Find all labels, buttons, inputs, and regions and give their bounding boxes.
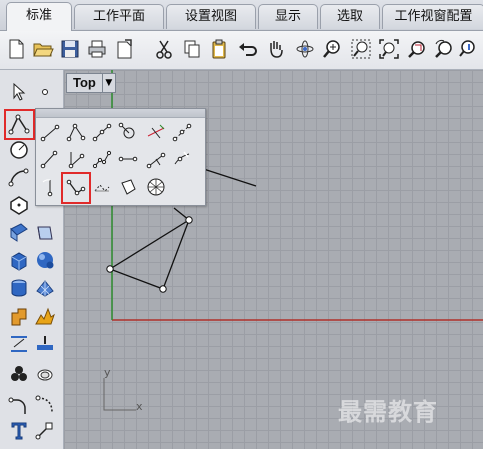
- cylinder-icon[interactable]: [7, 276, 31, 300]
- tab-select[interactable]: 选取: [320, 4, 380, 29]
- polyline-through-points-icon[interactable]: [91, 148, 113, 170]
- zoom-extents-icon[interactable]: [377, 37, 401, 61]
- sphere-icon[interactable]: [33, 248, 57, 272]
- polyline-on-mesh-icon[interactable]: [91, 176, 113, 198]
- axis-gizmo: [103, 378, 136, 411]
- zoom-window-icon[interactable]: [349, 37, 373, 61]
- analyze-icon[interactable]: [33, 418, 57, 442]
- select-arrow-icon[interactable]: [7, 80, 31, 104]
- tab-display[interactable]: 显示: [258, 4, 318, 29]
- mesh-polyline-sphere-icon[interactable]: [145, 176, 167, 198]
- polyline-closed-icon[interactable]: [117, 176, 139, 198]
- extrude-surface-icon[interactable]: [33, 220, 57, 244]
- new-file-icon[interactable]: [4, 37, 28, 61]
- mesh-icon[interactable]: [33, 276, 57, 300]
- axis-x-label: x: [136, 400, 143, 413]
- polyline-vertex: [106, 265, 114, 273]
- zoom-extents-all-icon[interactable]: [456, 37, 480, 61]
- transform-icon[interactable]: [33, 332, 57, 356]
- axis-y-label: y: [104, 366, 111, 379]
- watermark: 最需教育: [338, 398, 438, 426]
- tab-standard[interactable]: 标准: [6, 2, 72, 31]
- zoom-icon[interactable]: [320, 37, 344, 61]
- viewport-name-label[interactable]: Top: [66, 73, 103, 93]
- point-icon[interactable]: [33, 80, 57, 104]
- line-surface-normal-icon[interactable]: [39, 148, 61, 170]
- curve-from-object-icon[interactable]: [33, 393, 57, 417]
- flyout-title-bar[interactable]: [36, 109, 205, 118]
- line-angled-icon[interactable]: [65, 148, 87, 170]
- flyout-empty-slot: [171, 176, 193, 198]
- arc-icon[interactable]: [7, 165, 31, 189]
- polyline-flyout-highlight: [61, 172, 91, 204]
- explode-icon[interactable]: [33, 304, 57, 328]
- pan-hand-icon[interactable]: [264, 37, 288, 61]
- viewport-title-bar: Top ▼: [66, 73, 116, 93]
- polyline-vertex: [185, 216, 193, 224]
- viewport-menu-chevron-icon[interactable]: ▼: [102, 73, 116, 93]
- line-horizontal-icon[interactable]: [117, 148, 139, 170]
- copy-icon[interactable]: [180, 37, 204, 61]
- tangent-circle-line-icon[interactable]: [117, 121, 139, 143]
- cut-icon[interactable]: [152, 37, 176, 61]
- polyline-vertex: [159, 285, 167, 293]
- tab-workplane[interactable]: 工作平面: [74, 4, 164, 29]
- undo-icon[interactable]: [236, 37, 260, 61]
- polygon-icon[interactable]: [7, 193, 31, 217]
- save-icon[interactable]: [58, 37, 82, 61]
- zoom-selected-icon[interactable]: [405, 37, 429, 61]
- print-icon[interactable]: [85, 37, 109, 61]
- line-segments-icon[interactable]: [91, 121, 113, 143]
- line-tangent-curves-icon[interactable]: [171, 148, 193, 170]
- boolean-union-icon[interactable]: [7, 304, 31, 328]
- tab-bar: 标准 工作平面 设置视图 显示 选取 工作视窗配置: [0, 0, 483, 31]
- redo-view-icon[interactable]: [431, 37, 455, 61]
- box-icon[interactable]: [7, 248, 31, 272]
- circle-icon[interactable]: [7, 138, 31, 162]
- line-from-midpoint-icon[interactable]: [171, 121, 193, 143]
- group-icon[interactable]: [7, 362, 31, 386]
- line-bisector-icon[interactable]: [145, 148, 167, 170]
- standard-toolbar: [0, 31, 483, 70]
- tab-viewport-layout[interactable]: 工作视窗配置: [382, 4, 483, 29]
- line-vertical-icon[interactable]: [39, 176, 61, 198]
- tab-set-view[interactable]: 设置视图: [166, 4, 256, 29]
- import-icon[interactable]: [112, 37, 136, 61]
- text-icon[interactable]: [7, 418, 31, 442]
- dimension-icon[interactable]: [7, 332, 31, 356]
- line-icon[interactable]: [39, 121, 61, 143]
- paste-icon[interactable]: [207, 37, 231, 61]
- open-folder-icon[interactable]: [31, 37, 55, 61]
- light-icon[interactable]: [33, 362, 57, 386]
- rotate-view-icon[interactable]: [293, 37, 317, 61]
- polyline-triangle: [108, 219, 190, 290]
- perpendicular-line-icon[interactable]: [145, 121, 167, 143]
- fillet-curve-icon[interactable]: [7, 393, 31, 417]
- polyline-open-icon[interactable]: [65, 121, 87, 143]
- polyline-tool-highlight: [4, 109, 35, 140]
- surface-corner-icon[interactable]: [7, 220, 31, 244]
